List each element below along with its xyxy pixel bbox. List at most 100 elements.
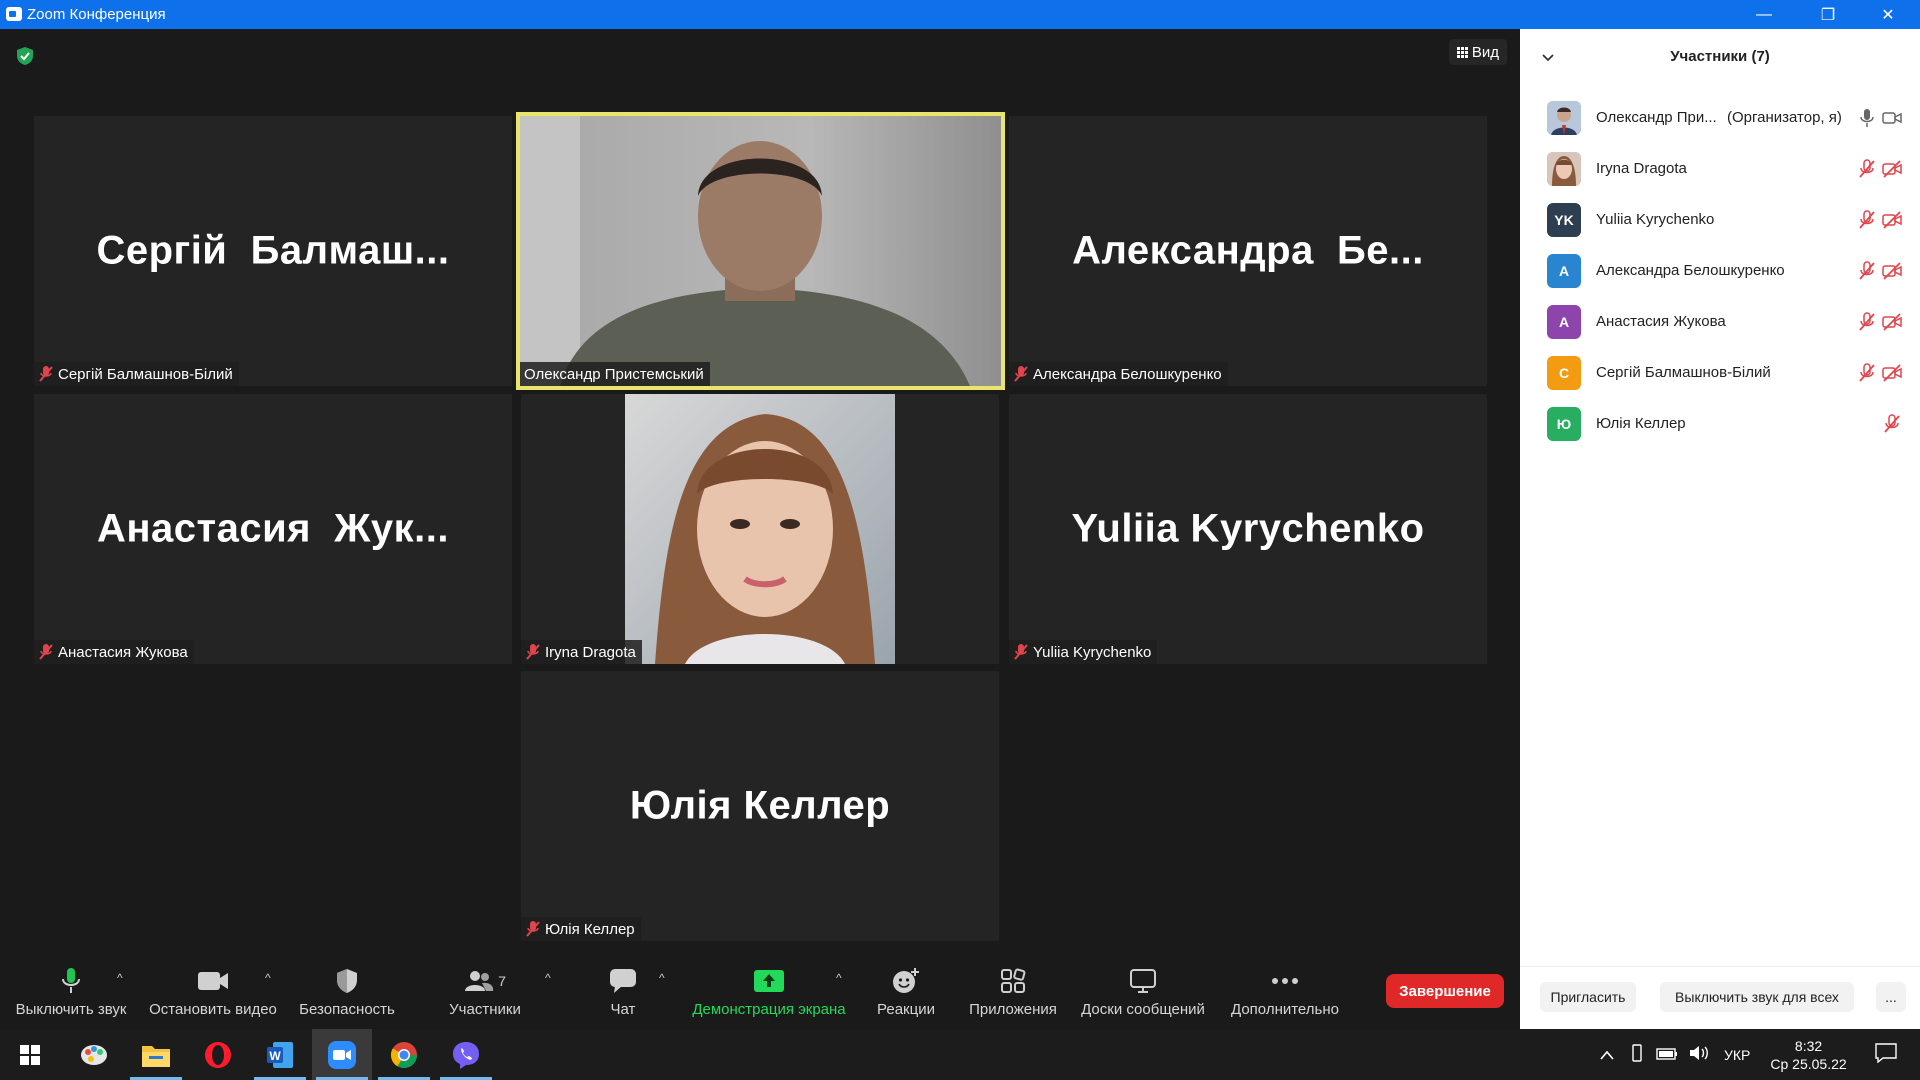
participant-row[interactable]: A Анастасия Жукова <box>1520 296 1920 347</box>
reactions-button[interactable]: Реакции <box>866 955 946 1029</box>
participant-name-large: Юлія Келлер <box>629 783 891 828</box>
svg-text:W: W <box>269 1049 281 1063</box>
zoom-icon <box>328 1040 356 1069</box>
taskbar-paint-app[interactable] <box>64 1029 124 1080</box>
whiteboards-button[interactable]: Доски сообщений <box>1076 955 1210 1029</box>
view-button-label: Вид <box>1471 43 1500 61</box>
invite-button[interactable]: Пригласить <box>1540 982 1636 1012</box>
chat-bubble-icon <box>610 969 636 993</box>
participants-icon <box>465 971 494 991</box>
participants-header: Участники (7) <box>1520 29 1920 85</box>
mic-muted-icon[interactable] <box>1857 260 1877 281</box>
mic-muted-icon[interactable] <box>1857 158 1877 179</box>
avatar: A <box>1547 253 1581 288</box>
maximize-button[interactable]: ❐ <box>1805 0 1851 29</box>
clock-date: Ср 25.05.22 <box>1770 1055 1847 1072</box>
microphone-icon[interactable] <box>1857 108 1877 128</box>
participant-role: (Организатор, я) <box>1727 109 1842 126</box>
start-button[interactable] <box>0 1029 60 1080</box>
close-button[interactable]: ✕ <box>1865 0 1911 29</box>
participant-row[interactable]: Iryna Dragota <box>1520 143 1920 194</box>
participant-label: Анастасия Жукова <box>34 640 194 664</box>
participant-name-large: Александра Бе... <box>1072 228 1424 273</box>
participants-label: Участники <box>449 1001 521 1018</box>
stop-video-button[interactable]: Остановить видео <box>146 955 280 1029</box>
mic-muted-icon[interactable] <box>1857 362 1877 383</box>
video-off-icon[interactable] <box>1882 363 1902 383</box>
more-button[interactable]: Дополнительно <box>1220 955 1350 1029</box>
participants-button[interactable]: 7 Участники <box>440 955 530 1029</box>
participant-name: Олександр При... <box>1596 109 1717 126</box>
chat-options-caret-icon[interactable]: ^ <box>659 971 665 985</box>
participant-label-text: Александра Белошкуренко <box>1033 365 1222 383</box>
mute-all-button[interactable]: Выключить звук для всех <box>1660 982 1854 1012</box>
input-language[interactable]: УКР <box>1724 1047 1750 1063</box>
participants-more-button[interactable]: ... <box>1876 982 1906 1012</box>
video-tile[interactable]: Анастасия Жук... Анастасия Жукова <box>34 394 512 664</box>
mute-button[interactable]: Выключить звук <box>10 955 132 1029</box>
zoom-app-icon <box>6 7 22 21</box>
battery-icon[interactable] <box>1656 1047 1678 1063</box>
participant-label-text: Юлія Келлер <box>545 920 635 938</box>
participant-video-feed <box>625 394 895 664</box>
participant-row[interactable]: A Александра Белошкуренко <box>1520 245 1920 296</box>
video-tile[interactable]: Сергій Балмаш... Сергій Балмашнов-Білий <box>34 116 512 386</box>
avatar: A <box>1547 304 1581 339</box>
video-tile[interactable]: Юлія Келлер Юлія Келлер <box>521 671 999 941</box>
video-tile[interactable]: Александра Бе... Александра Белошкуренко <box>1009 116 1487 386</box>
apps-icon <box>1001 968 1026 993</box>
mic-muted-icon[interactable] <box>1857 311 1877 332</box>
apps-button[interactable]: Приложения <box>960 955 1066 1029</box>
video-tile[interactable]: Yuliia Kyrychenko Yuliia Kyrychenko <box>1009 394 1487 664</box>
taskbar-opera[interactable] <box>188 1029 248 1080</box>
notifications-icon[interactable] <box>1874 1043 1897 1066</box>
video-off-icon[interactable] <box>1882 312 1902 332</box>
video-tile[interactable]: Iryna Dragota <box>521 394 999 664</box>
chat-button[interactable]: Чат <box>583 955 663 1029</box>
share-screen-button[interactable]: Демонстрация экрана <box>686 955 852 1029</box>
video-tile-active-speaker[interactable]: Олександр Пристемський <box>516 112 1005 390</box>
video-camera-icon[interactable] <box>1882 108 1902 128</box>
show-hidden-icons-chevron-icon[interactable] <box>1600 1047 1614 1063</box>
microphone-icon <box>62 968 80 993</box>
taskbar-word[interactable]: W <box>250 1029 310 1080</box>
mic-muted-icon <box>526 921 540 937</box>
video-options-caret-icon[interactable]: ^ <box>265 971 271 985</box>
participant-label: Сергій Балмашнов-Білий <box>34 362 239 386</box>
mic-muted-icon[interactable] <box>1882 413 1902 434</box>
taskbar-file-explorer[interactable] <box>126 1029 186 1080</box>
security-button[interactable]: Безопасность <box>292 955 402 1029</box>
participant-name: Юлія Келлер <box>1596 415 1686 432</box>
video-off-icon[interactable] <box>1882 261 1902 281</box>
window-title: Zoom Конференция <box>27 6 166 23</box>
mic-muted-icon[interactable] <box>1857 209 1877 230</box>
taskbar-zoom[interactable] <box>312 1029 372 1080</box>
participant-name: Yuliia Kyrychenko <box>1596 211 1715 228</box>
minimize-button[interactable]: — <box>1741 0 1787 29</box>
taskbar-chrome[interactable] <box>374 1029 434 1080</box>
encryption-shield-icon[interactable] <box>14 45 36 67</box>
participant-row[interactable]: YK Yuliia Kyrychenko <box>1520 194 1920 245</box>
security-label: Безопасность <box>299 1001 395 1018</box>
audio-options-caret-icon[interactable]: ^ <box>117 971 123 985</box>
usb-device-icon[interactable] <box>1632 1044 1642 1065</box>
participant-name: Сергій Балмашнов-Білий <box>1596 364 1771 381</box>
volume-icon[interactable] <box>1688 1044 1710 1065</box>
participant-row[interactable]: Олександр При... (Организатор, я) <box>1520 92 1920 143</box>
share-options-caret-icon[interactable]: ^ <box>836 971 842 985</box>
video-camera-icon <box>198 972 228 990</box>
clock[interactable]: 8:32 Ср 25.05.22 <box>1770 1037 1846 1073</box>
view-button[interactable]: Вид <box>1449 39 1507 65</box>
participant-name: Iryna Dragota <box>1596 160 1687 177</box>
taskbar-viber[interactable] <box>436 1029 496 1080</box>
participants-title: Участники (7) <box>1670 48 1770 65</box>
end-meeting-button[interactable]: Завершение <box>1386 974 1504 1008</box>
video-off-icon[interactable] <box>1882 159 1902 179</box>
whiteboard-icon <box>1130 969 1156 993</box>
participant-label-text: Yuliia Kyrychenko <box>1033 643 1152 661</box>
whiteboards-label: Доски сообщений <box>1081 1001 1205 1018</box>
participant-row[interactable]: C Сергій Балмашнов-Білий <box>1520 347 1920 398</box>
participant-row[interactable]: Ю Юлія Келлер <box>1520 398 1920 449</box>
video-off-icon[interactable] <box>1882 210 1902 230</box>
participants-options-caret-icon[interactable]: ^ <box>545 971 551 985</box>
